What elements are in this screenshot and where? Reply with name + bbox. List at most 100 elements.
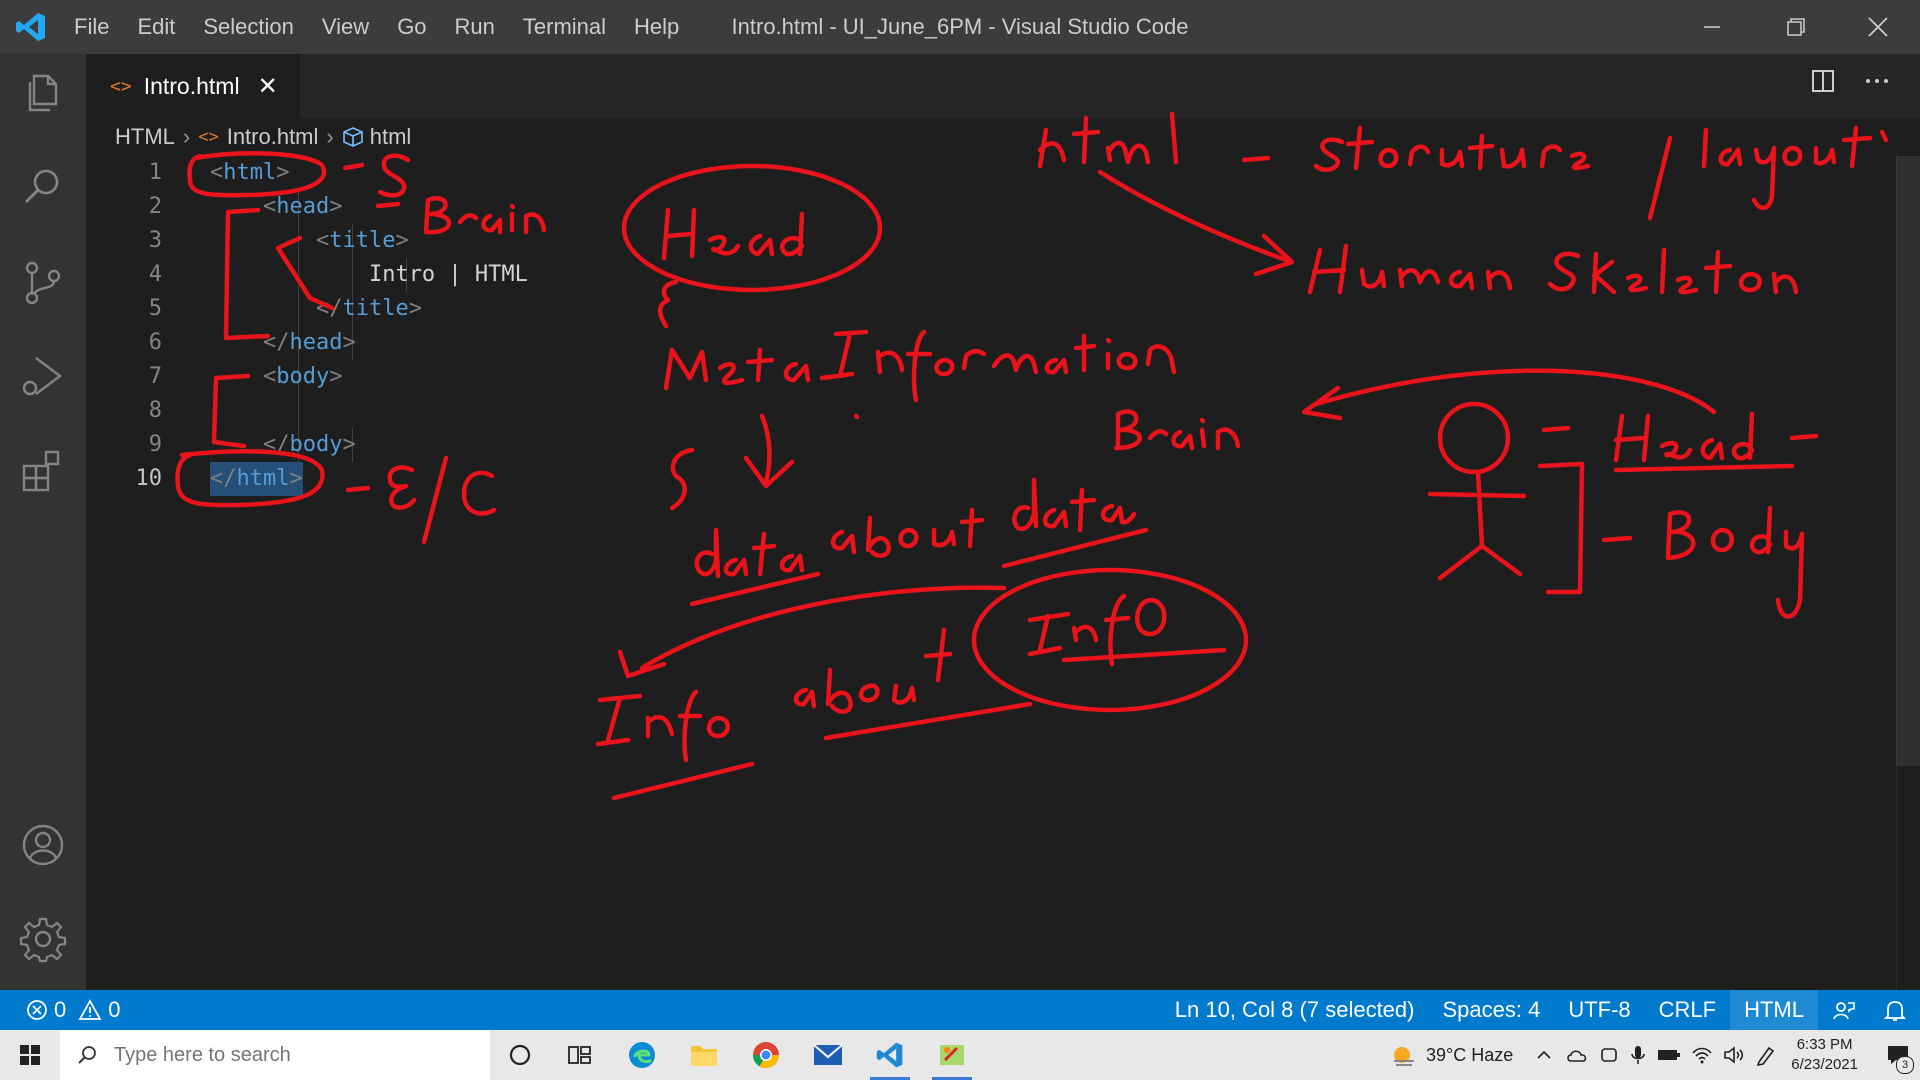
volume-icon[interactable]	[1723, 1045, 1745, 1065]
close-icon	[1868, 17, 1888, 37]
clock[interactable]: 6:33 PM 6/23/2021	[1791, 1035, 1858, 1075]
line-number: 8	[148, 398, 162, 423]
editor-actions	[1810, 68, 1890, 94]
taskbar-search[interactable]	[60, 1030, 490, 1080]
notifications-button[interactable]	[1870, 990, 1920, 1030]
menu-run[interactable]: Run	[441, 14, 509, 40]
line-content: <title>	[315, 228, 409, 253]
chrome-icon[interactable]	[736, 1030, 796, 1080]
warning-icon	[78, 999, 102, 1020]
code-line: 2 <head>	[86, 190, 786, 224]
extensions-icon[interactable]	[18, 446, 68, 496]
line-content: </title>	[315, 296, 422, 321]
editor-tab-bar: <> Intro.html ✕	[86, 54, 1920, 118]
cortana-icon[interactable]	[490, 1030, 550, 1080]
paint-icon[interactable]	[922, 1030, 982, 1080]
line-number: 5	[148, 296, 162, 321]
code-line: 8	[86, 394, 786, 428]
meet-now-icon[interactable]	[1599, 1045, 1619, 1065]
line-number: 2	[148, 194, 162, 219]
line-content: <body>	[262, 364, 343, 389]
chevron-right-icon: ›	[326, 124, 334, 149]
line-content: </body>	[262, 432, 356, 457]
start-button[interactable]	[0, 1030, 60, 1080]
menu-terminal[interactable]: Terminal	[509, 14, 620, 40]
menu-edit[interactable]: Edit	[123, 14, 189, 40]
restore-button[interactable]	[1754, 0, 1838, 54]
mail-icon[interactable]	[798, 1030, 858, 1080]
chevron-right-icon: ›	[182, 124, 191, 149]
language-mode[interactable]: HTML	[1730, 990, 1818, 1030]
menu-help[interactable]: Help	[620, 14, 693, 40]
line-content: <head>	[262, 194, 343, 219]
menu-file[interactable]: File	[60, 14, 123, 40]
feedback-icon	[1833, 1002, 1855, 1020]
chevron-up-icon[interactable]	[1535, 1046, 1553, 1064]
onedrive-cloud-icon[interactable]	[1565, 1046, 1589, 1064]
line-number: 7	[148, 364, 162, 389]
encoding[interactable]: UTF-8	[1554, 990, 1644, 1030]
line-number: 1	[148, 160, 162, 185]
html-file-icon: <>	[198, 127, 219, 147]
weather-text[interactable]: 39°C Haze	[1426, 1045, 1513, 1066]
bell-icon	[1883, 1001, 1907, 1022]
scrollbar-thumb[interactable]	[1896, 156, 1920, 766]
html-file-icon: <>	[110, 75, 132, 97]
problems-indicator[interactable]: 0 0	[26, 990, 121, 1030]
run-debug-icon[interactable]	[18, 352, 68, 402]
pen-icon[interactable]	[1755, 1044, 1777, 1066]
taskbar-search-input[interactable]	[112, 1042, 476, 1068]
battery-icon[interactable]	[1657, 1047, 1681, 1063]
warning-count: 0	[108, 997, 121, 1022]
line-number: 4	[148, 262, 162, 287]
code-line: 7 <body>	[86, 360, 786, 394]
vscode-logo-icon	[16, 13, 45, 41]
status-bar-right: Ln 10, Col 8 (7 selected) Spaces: 4 UTF-…	[1161, 990, 1920, 1030]
error-count: 0	[54, 997, 67, 1022]
breadcrumb: HTML › <> Intro.html › html	[115, 122, 411, 152]
explorer-icon[interactable]	[18, 68, 68, 118]
notification-badge: 3	[1896, 1056, 1914, 1074]
line-number: 9	[148, 432, 162, 457]
tab-intro-html[interactable]: <> Intro.html ✕	[86, 54, 300, 118]
split-editor-icon[interactable]	[1810, 68, 1836, 94]
symbol-cube-icon	[342, 127, 363, 147]
cursor-position[interactable]: Ln 10, Col 8 (7 selected)	[1161, 990, 1429, 1030]
status-bar: 0 0 Ln 10, Col 8 (7 selected) Spaces: 4 …	[0, 990, 1920, 1030]
more-actions-icon[interactable]	[1864, 68, 1890, 94]
menu-selection[interactable]: Selection	[189, 14, 308, 40]
edge-icon[interactable]	[612, 1030, 672, 1080]
file-explorer-icon[interactable]	[674, 1030, 734, 1080]
clock-time: 6:33 PM	[1796, 1036, 1853, 1053]
task-view-icon[interactable]	[550, 1030, 610, 1080]
line-content: </head>	[262, 330, 356, 355]
menu-view[interactable]: View	[308, 14, 383, 40]
close-window-button[interactable]	[1836, 0, 1920, 54]
settings-gear-icon[interactable]	[18, 914, 68, 964]
minimize-button[interactable]	[1670, 0, 1754, 54]
line-content: <html>	[210, 160, 290, 185]
breadcrumb-symbol[interactable]: html	[370, 124, 412, 150]
source-control-icon[interactable]	[18, 258, 68, 308]
indentation[interactable]: Spaces: 4	[1428, 990, 1554, 1030]
microphone-icon[interactable]	[1629, 1044, 1647, 1066]
system-tray: 39°C Haze 6:33 PM 6/23/2021 3	[1390, 1030, 1920, 1080]
line-content-selected: </html>	[210, 462, 303, 496]
vscode-icon[interactable]	[860, 1030, 920, 1080]
menu-go[interactable]: Go	[383, 14, 440, 40]
weather-haze-icon	[1394, 1047, 1415, 1066]
wifi-icon[interactable]	[1691, 1045, 1713, 1065]
search-icon[interactable]	[18, 162, 68, 212]
breadcrumb-root[interactable]: HTML	[115, 124, 175, 150]
tab-close-icon[interactable]: ✕	[258, 72, 278, 100]
code-line: 3 <title>	[86, 224, 786, 258]
code-editor[interactable]: 1 <html> 2 <head> 3 <title> 4 Intro | HT…	[86, 156, 1896, 990]
title-bar: File Edit Selection View Go Run Terminal…	[0, 0, 1920, 54]
clock-date: 6/23/2021	[1791, 1056, 1858, 1073]
feedback-button[interactable]	[1818, 990, 1870, 1030]
account-icon[interactable]	[18, 820, 68, 870]
action-center-button[interactable]: 3	[1876, 1030, 1920, 1080]
breadcrumb-file[interactable]: Intro.html	[227, 124, 319, 150]
code-line: 9 </body>	[86, 428, 786, 462]
end-of-line[interactable]: CRLF	[1645, 990, 1730, 1030]
